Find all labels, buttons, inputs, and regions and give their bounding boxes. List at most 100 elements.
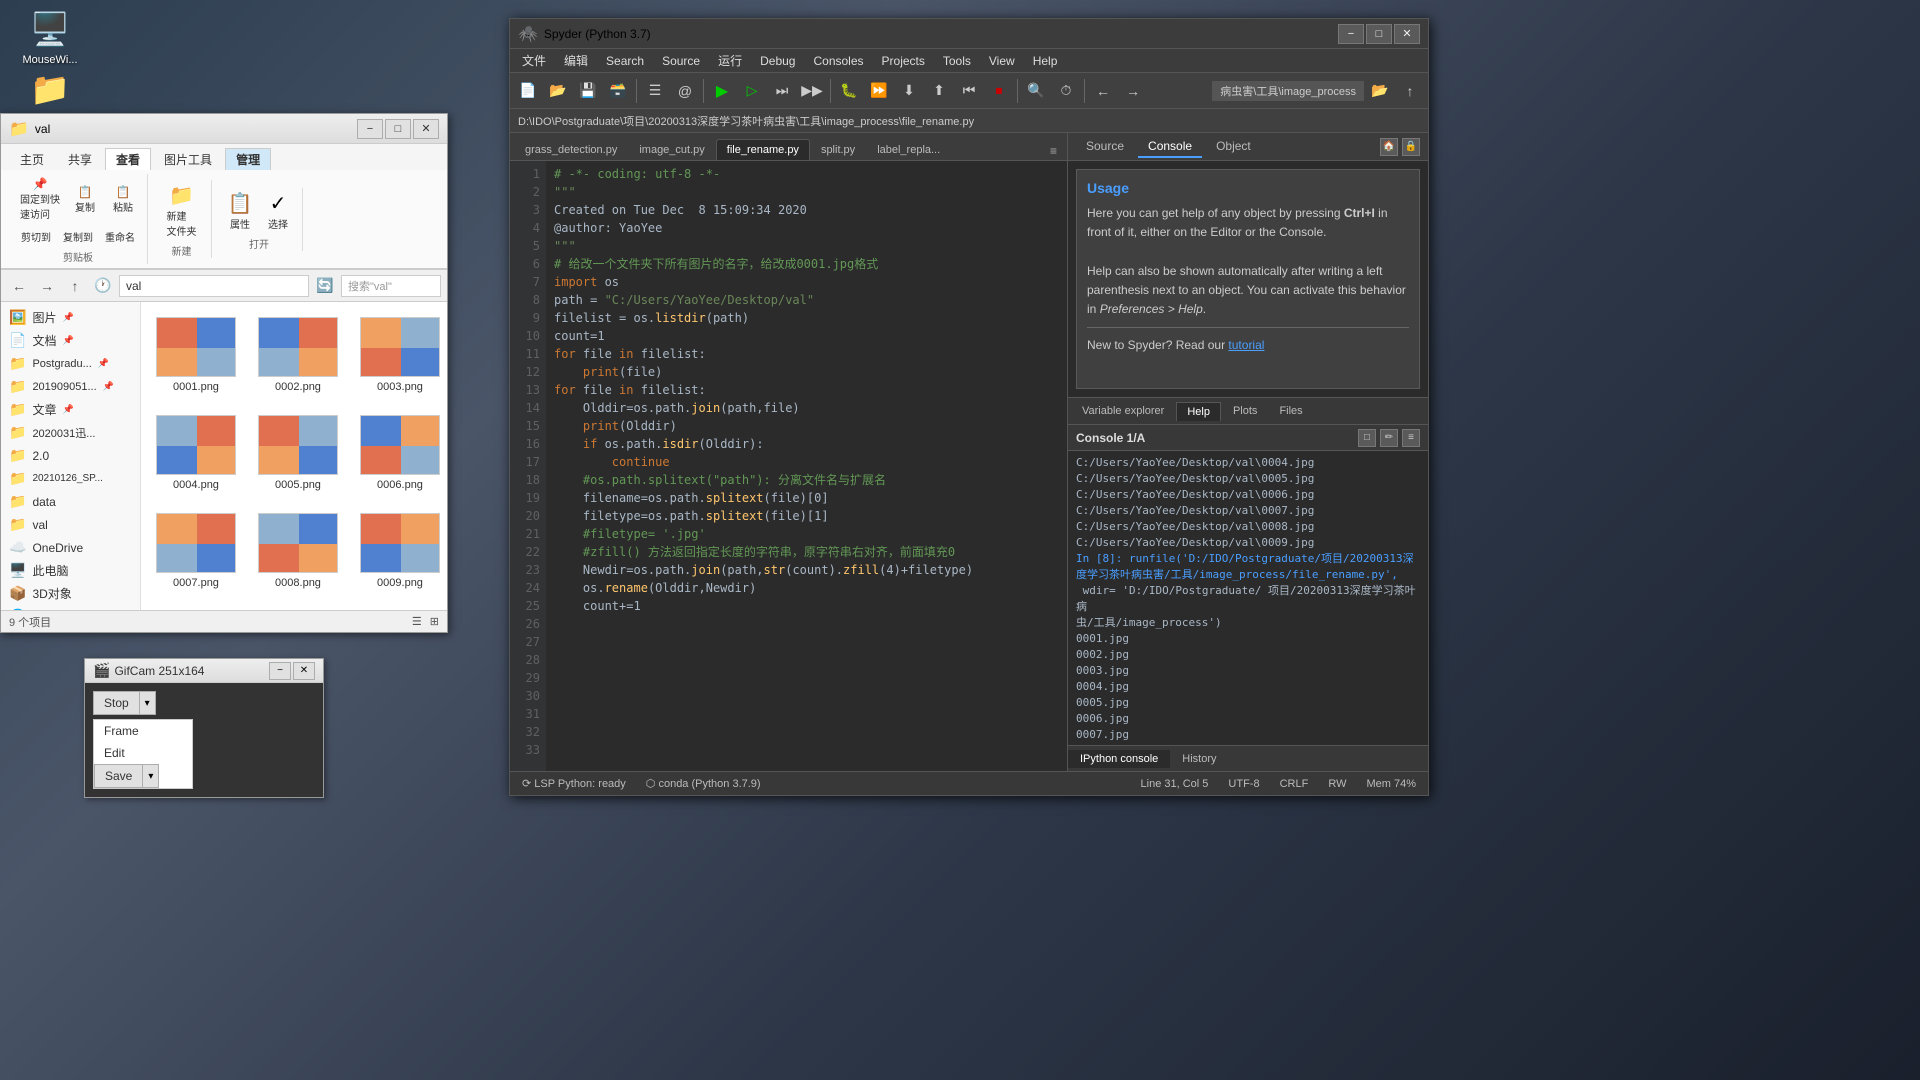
menu-view[interactable]: View <box>981 52 1023 70</box>
run-cell-select-button[interactable]: ▶▶ <box>798 77 826 105</box>
copy-to-button[interactable]: 复制到 <box>58 226 98 247</box>
sidebar-item-3d[interactable]: 📦 3D对象 <box>1 582 140 605</box>
console-reset-button[interactable]: □ <box>1358 429 1376 447</box>
spyder-close-button[interactable]: ✕ <box>1394 24 1420 44</box>
tutorial-link[interactable]: tutorial <box>1228 338 1264 352</box>
paste-button[interactable]: 📋 粘贴 <box>105 182 141 217</box>
view-list-icon[interactable]: ☰ <box>412 615 422 628</box>
up-button[interactable]: ↑ <box>63 274 87 298</box>
tab-plots[interactable]: Plots <box>1223 402 1267 420</box>
menu-search[interactable]: Search <box>598 52 652 70</box>
menu-tools[interactable]: Tools <box>935 52 979 70</box>
tab-view[interactable]: 查看 <box>105 148 151 170</box>
browse-button[interactable]: 📂 <box>1366 77 1394 105</box>
tab-home[interactable]: 主页 <box>9 148 55 170</box>
forward-nav-button[interactable]: → <box>1119 77 1147 105</box>
menu-projects[interactable]: Projects <box>874 52 933 70</box>
menu-run[interactable]: 运行 <box>710 50 750 71</box>
tab-object[interactable]: Object <box>1206 136 1261 158</box>
menu-consoles[interactable]: Consoles <box>805 52 871 70</box>
tab-console[interactable]: Console <box>1138 136 1202 158</box>
sync-button[interactable]: ↑ <box>1396 77 1424 105</box>
console-content[interactable]: C:/Users/YaoYee/Desktop/val\0004.jpgC:/U… <box>1068 451 1428 745</box>
gifcam-minimize-button[interactable]: − <box>269 662 291 680</box>
tab-label-replace[interactable]: label_repla... <box>866 139 951 160</box>
menu-help[interactable]: Help <box>1025 52 1066 70</box>
edit-button[interactable]: Edit <box>94 742 192 764</box>
desktop-icon-mousewi[interactable]: 🖥️ MouseWi... <box>10 10 90 66</box>
sidebar-item-2020031[interactable]: 📁 2020031迅... <box>1 421 140 444</box>
spyder-maximize-button[interactable]: □ <box>1366 24 1392 44</box>
file-item-0005.png[interactable]: 0005.png <box>251 408 345 498</box>
sidebar-item-2019[interactable]: 📁 201909051... 📌 <box>1 375 140 398</box>
debug-button[interactable]: 🐛 <box>835 77 863 105</box>
tab-split[interactable]: split.py <box>810 139 866 160</box>
sidebar-item-pc[interactable]: 🖥️ 此电脑 <box>1 559 140 582</box>
recent-button[interactable]: 🕐 <box>91 274 115 298</box>
file-item-0009.png[interactable]: 0009.png <box>353 506 447 596</box>
tab-files[interactable]: Files <box>1269 402 1312 420</box>
at-button[interactable]: @ <box>671 77 699 105</box>
save-all-button[interactable]: 🗃️ <box>604 77 632 105</box>
tab-variable-explorer[interactable]: Variable explorer <box>1072 402 1174 420</box>
run-cell-advance-button[interactable]: ⏭ <box>768 77 796 105</box>
spyder-minimize-button[interactable]: − <box>1338 24 1364 44</box>
view-grid-icon[interactable]: ⊞ <box>430 615 439 628</box>
menu-edit[interactable]: 编辑 <box>556 50 596 71</box>
tab-ipython-console[interactable]: IPython console <box>1068 750 1170 768</box>
profiler-button[interactable]: ⏱ <box>1052 77 1080 105</box>
stop-button[interactable]: ⏹ <box>985 77 1013 105</box>
tab-file-rename[interactable]: file_rename.py <box>716 139 810 160</box>
open-file-button[interactable]: 📂 <box>544 77 572 105</box>
file-item-0006.png[interactable]: 0006.png <box>353 408 447 498</box>
back-nav-button[interactable]: ← <box>1089 77 1117 105</box>
lock-button[interactable]: 🔒 <box>1402 138 1420 156</box>
back-button[interactable]: ← <box>7 274 31 298</box>
file-item-0007.png[interactable]: 0007.png <box>149 506 243 596</box>
save-file-button[interactable]: 💾 <box>574 77 602 105</box>
search-bar[interactable]: 搜索"val" <box>341 275 441 297</box>
file-item-0002.png[interactable]: 0002.png <box>251 310 345 400</box>
new-file-button[interactable]: 📄 <box>514 77 542 105</box>
forward-button[interactable]: → <box>35 274 59 298</box>
run-cell-button[interactable]: ▷ <box>738 77 766 105</box>
cut-to-button[interactable]: 剪切到 <box>16 226 56 247</box>
run-button[interactable]: ▶ <box>708 77 736 105</box>
sidebar-item-onedrive[interactable]: ☁️ OneDrive <box>1 536 140 559</box>
sidebar-item-20210126[interactable]: 📁 20210126_SP... <box>1 467 140 490</box>
step-button[interactable]: ⏩ <box>865 77 893 105</box>
inspector-button[interactable]: 🔍 <box>1022 77 1050 105</box>
file-item-0001.png[interactable]: 0001.png <box>149 310 243 400</box>
rename-button[interactable]: 重命名 <box>100 226 140 247</box>
tab-help[interactable]: Help <box>1176 402 1221 421</box>
tab-image-cut[interactable]: image_cut.py <box>628 139 715 160</box>
tab-source[interactable]: Source <box>1076 136 1134 158</box>
copy-button[interactable]: 📋 复制 <box>67 182 103 217</box>
tab-share[interactable]: 共享 <box>57 148 103 170</box>
tabs-menu-button[interactable]: ≡ <box>1044 142 1063 160</box>
sidebar-item-val[interactable]: 📁 val <box>1 513 140 536</box>
file-item-0003.png[interactable]: 0003.png <box>353 310 447 400</box>
tab-history[interactable]: History <box>1170 750 1228 768</box>
address-bar[interactable]: val <box>119 275 309 297</box>
minimize-button[interactable]: − <box>357 119 383 139</box>
sidebar-item-article[interactable]: 📁 文章 📌 <box>1 398 140 421</box>
stop-dropdown-button[interactable]: ▾ <box>140 691 156 715</box>
menu-file[interactable]: 文件 <box>514 50 554 71</box>
sidebar-item-postgradu[interactable]: 📁 Postgradu... 📌 <box>1 352 140 375</box>
refresh-button[interactable]: 🔄 <box>313 274 337 298</box>
file-item-0004.png[interactable]: 0004.png <box>149 408 243 498</box>
sidebar-item-2[interactable]: 📁 2.0 <box>1 444 140 467</box>
sidebar-item-pictures[interactable]: 🖼️ 图片 📌 <box>1 306 140 329</box>
pin-quick-access-button[interactable]: 📌 固定到快速访问 <box>15 174 65 224</box>
console-edit-button[interactable]: ✏ <box>1380 429 1398 447</box>
file-item-0008.png[interactable]: 0008.png <box>251 506 345 596</box>
step-out-button[interactable]: ⬆ <box>925 77 953 105</box>
code-content[interactable]: # -*- coding: utf-8 -*-"""Created on Tue… <box>546 161 1067 771</box>
tab-grass-detection[interactable]: grass_detection.py <box>514 139 628 160</box>
new-folder-button[interactable]: 📁 新建文件夹 <box>162 180 202 241</box>
properties-button[interactable]: 📋 属性 <box>222 188 258 234</box>
select-button[interactable]: ✓ 选择 <box>260 188 296 234</box>
stop-button[interactable]: Stop <box>93 691 140 715</box>
menu-source[interactable]: Source <box>654 52 708 70</box>
